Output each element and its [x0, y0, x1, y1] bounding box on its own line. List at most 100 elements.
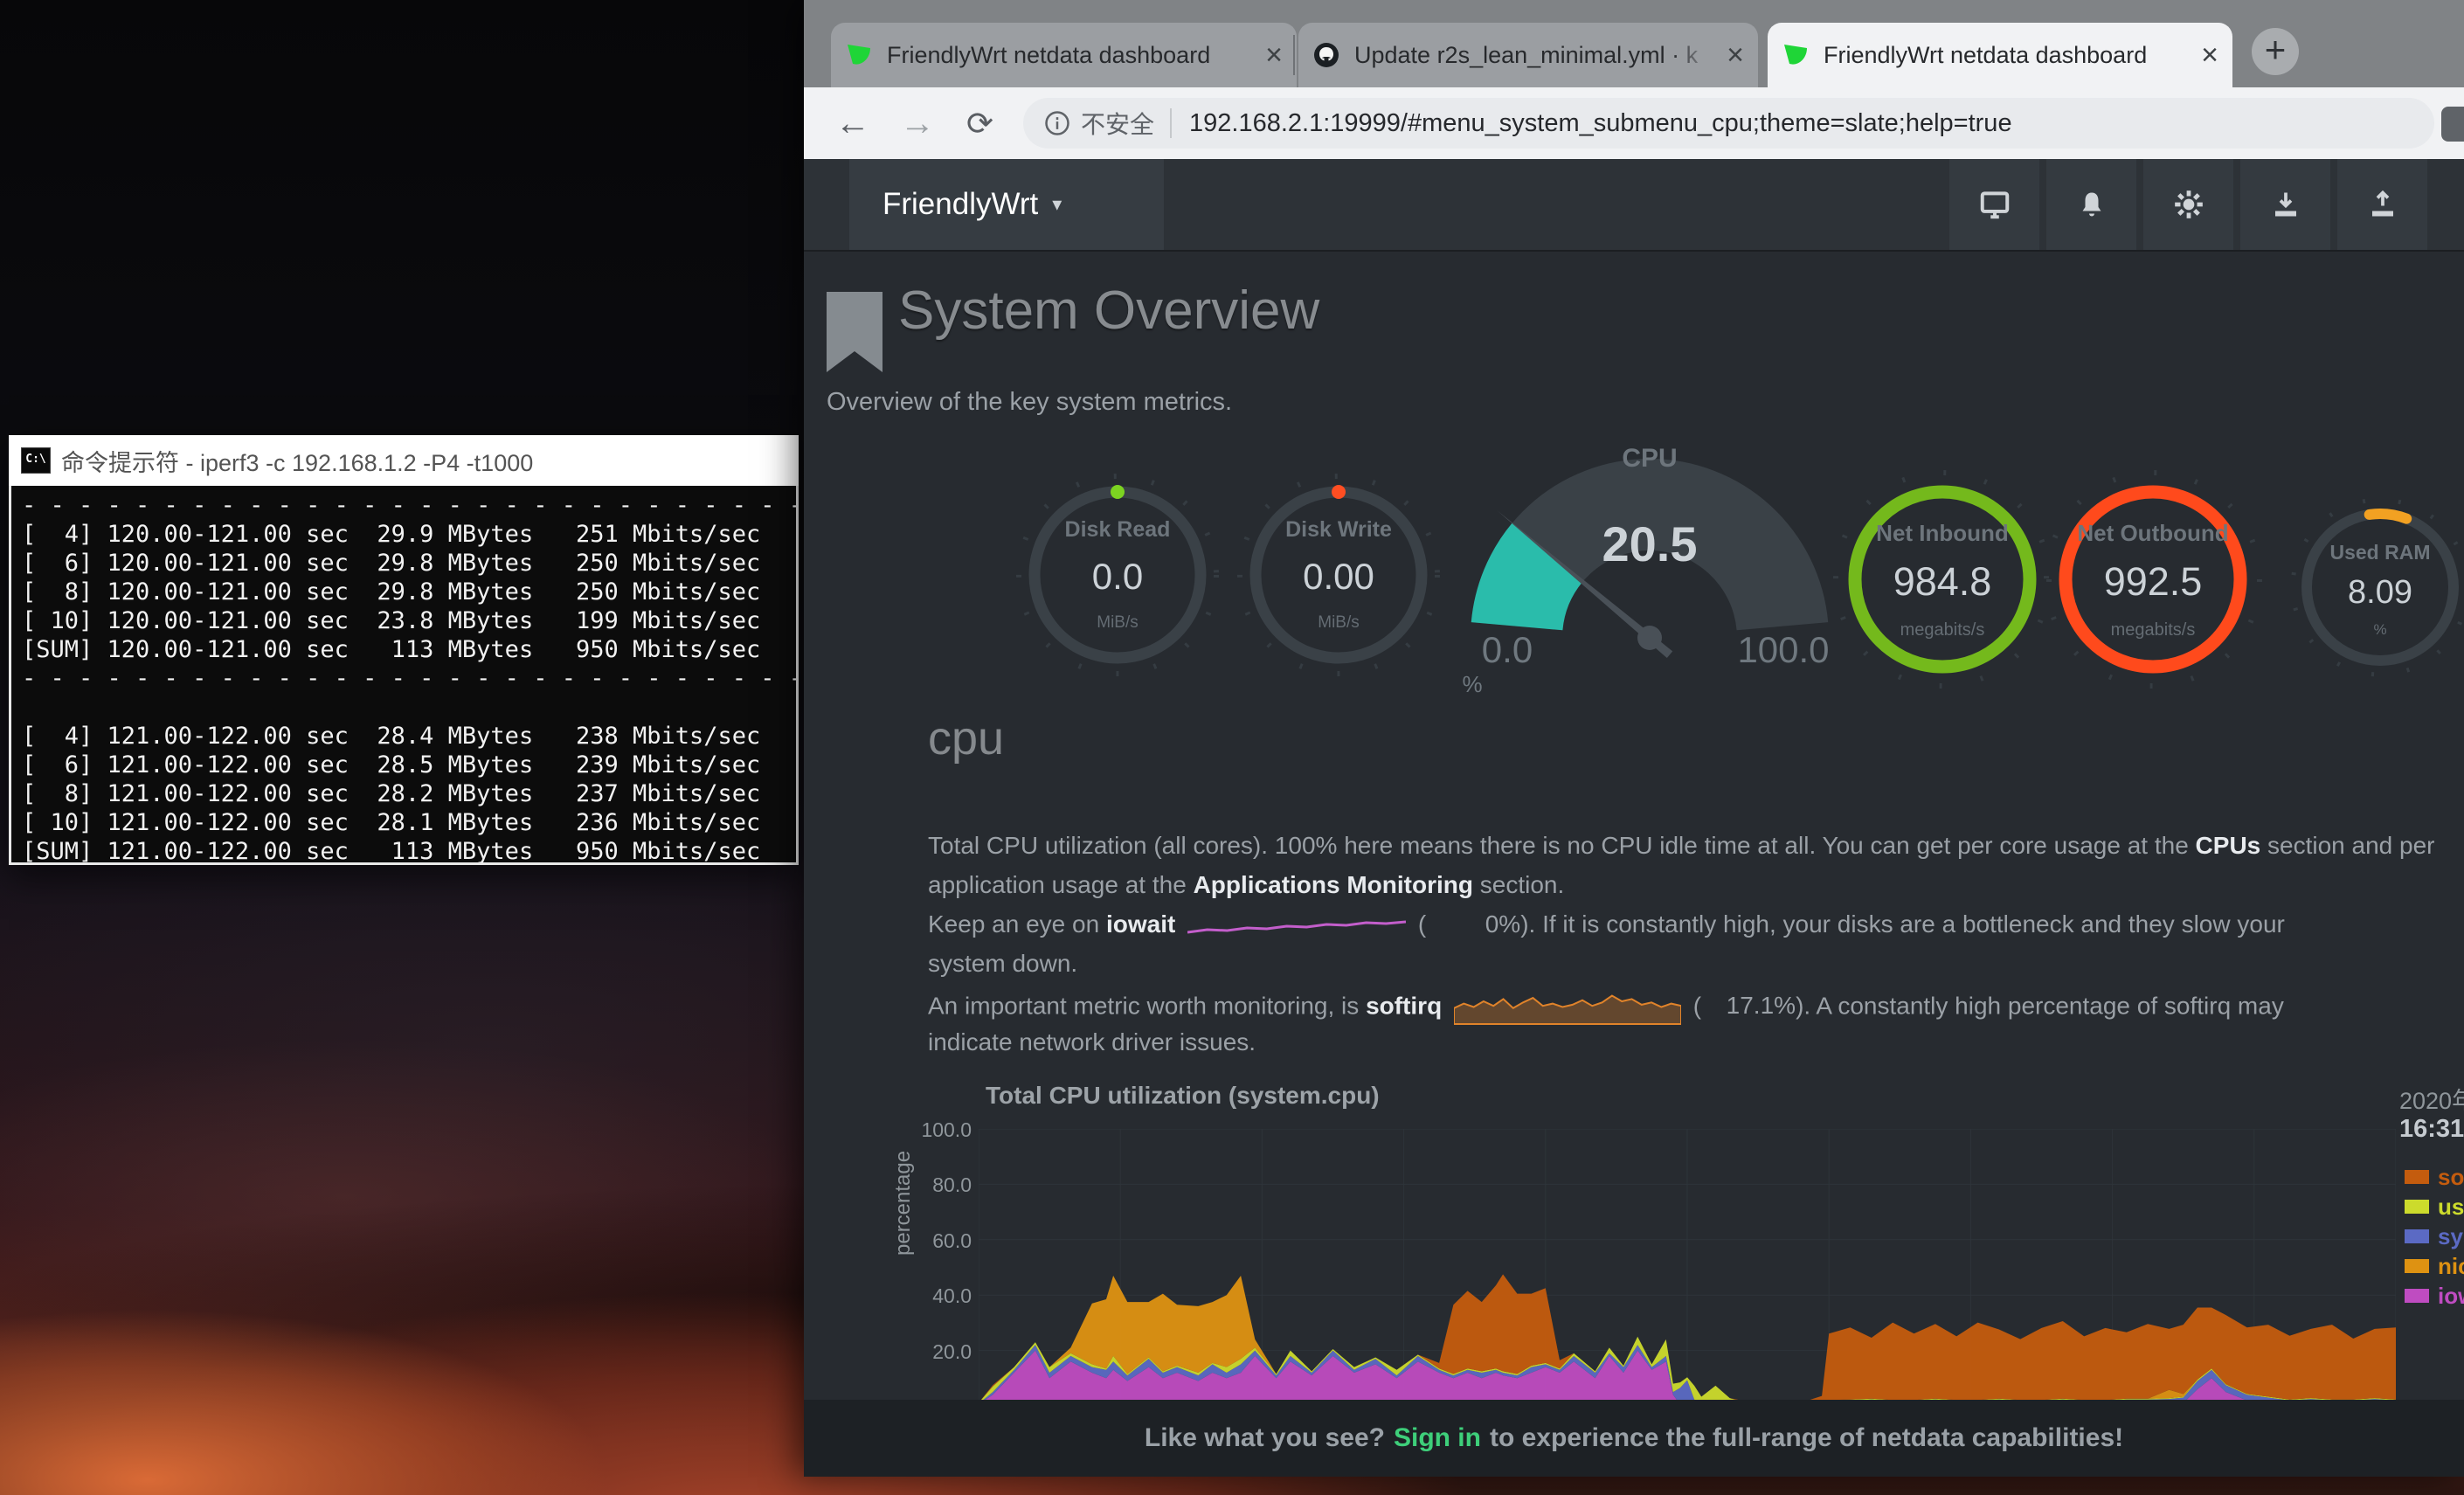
terminal-titlebar[interactable]: C:\ 命令提示符 - iperf3 -c 192.168.1.2 -P4 -t… — [9, 435, 799, 486]
terminal-line: [ 10] 120.00-121.00 sec 23.8 MBytes 199 … — [22, 606, 786, 635]
netdata-page: FriendlyWrt ▾ — [804, 159, 2464, 1400]
svg-text:992.5: 992.5 — [2104, 559, 2203, 604]
banner-prefix: Like what you see? — [1145, 1423, 1385, 1453]
terminal-line: [SUM] 121.00-122.00 sec 113 MBytes 950 M… — [22, 837, 786, 865]
section-heading-cpu: cpu — [928, 711, 1004, 765]
terminal-line: [ 6] 120.00-121.00 sec 29.8 MBytes 250 M… — [22, 549, 786, 578]
url-text[interactable]: 192.168.2.1:19999/#menu_system_submenu_c… — [1189, 109, 2012, 138]
svg-text:20.5: 20.5 — [1602, 516, 1698, 571]
svg-text:megabits/s: megabits/s — [1900, 620, 1985, 640]
gauge-net-outbound[interactable]: Net Outbound 992.5 megabits/s — [2031, 457, 2275, 702]
new-tab-button[interactable]: + — [2252, 28, 2299, 75]
y-tick-label: 40.0 — [902, 1284, 972, 1308]
alarms-button[interactable] — [2046, 159, 2136, 250]
terminal-window[interactable]: C:\ 命令提示符 - iperf3 -c 192.168.1.2 -P4 -t… — [9, 435, 799, 865]
gauge-disk-read[interactable]: Disk Read 0.0 MiB/s — [1004, 461, 1231, 689]
gauge-cpu[interactable]: CPU 20.5 0.0 100.0 % — [1444, 428, 1855, 708]
page-title: System Overview — [898, 280, 1319, 342]
tab-netdata-2-active[interactable]: FriendlyWrt netdata dashboard × — [1768, 23, 2232, 87]
iowait-value: 0% — [1426, 910, 1520, 938]
terminal-line: [ 4] 121.00-122.00 sec 28.4 MBytes 238 M… — [22, 722, 786, 751]
help-line: Total CPU utilization (all cores). 100% … — [928, 832, 2464, 871]
terminal-line: [SUM] 120.00-121.00 sec 113 MBytes 950 M… — [22, 635, 786, 664]
terminal-line: [ 4] 120.00-121.00 sec 29.9 MBytes 251 M… — [22, 520, 786, 549]
settings-button[interactable] — [2143, 159, 2233, 250]
gauge-net-inbound[interactable]: Net Inbound 984.8 megabits/s — [1820, 457, 2065, 702]
bell-icon — [2076, 189, 2108, 220]
sign-in-link[interactable]: Sign in — [1394, 1423, 1481, 1453]
nodes-view-button[interactable] — [1949, 159, 2039, 250]
legend-item-softirq[interactable]: softirq — [2405, 1162, 2464, 1192]
url-divider — [1170, 108, 1172, 138]
host-dropdown[interactable]: FriendlyWrt ▾ — [849, 159, 1164, 250]
info-icon[interactable] — [1044, 110, 1070, 136]
netdata-navbar: FriendlyWrt ▾ — [804, 159, 2464, 252]
svg-text:Used RAM: Used RAM — [2329, 541, 2430, 564]
gauge-status-dot — [1332, 485, 1346, 499]
banner-suffix: to experience the full-range of netdata … — [1490, 1423, 2123, 1453]
legend-label: user — [2438, 1194, 2464, 1221]
download-icon — [2270, 189, 2301, 220]
svg-text:984.8: 984.8 — [1893, 559, 1992, 604]
terminal-body[interactable]: - - - - - - - - - - - - - - - - - - - - … — [9, 486, 799, 865]
tab-netdata-1[interactable]: FriendlyWrt netdata dashboard × — [831, 23, 1297, 87]
monitor-icon — [1978, 188, 2011, 221]
svg-text:MiB/s: MiB/s — [1318, 613, 1360, 632]
terminal-title: 命令提示符 - iperf3 -c 192.168.1.2 -P4 -t1000 — [61, 444, 533, 478]
tab-github[interactable]: Update r2s_lean_minimal.yml · k × — [1298, 23, 1758, 87]
legend-item-system[interactable]: system — [2405, 1222, 2464, 1251]
gear-icon — [2172, 188, 2205, 221]
terminal-line — [22, 693, 786, 722]
forward-button[interactable]: → — [900, 87, 935, 159]
legend-label: iowait — [2438, 1283, 2464, 1310]
github-icon — [1312, 41, 1340, 69]
svg-text:%: % — [1462, 671, 1482, 697]
cpus-link[interactable]: CPUs — [2196, 832, 2261, 859]
cmd-icon: C:\ — [21, 447, 51, 474]
svg-text:megabits/s: megabits/s — [2111, 620, 2196, 640]
tab-close-icon[interactable]: × — [2201, 42, 2218, 68]
svg-text:0.0: 0.0 — [1482, 629, 1533, 670]
iowait-sparkline — [1187, 911, 1406, 941]
gauge-disk-write[interactable]: Disk Write 0.00 MiB/s — [1225, 461, 1452, 689]
legend-swatch — [2405, 1200, 2429, 1214]
help-line: indicate network driver issues. — [928, 1028, 2464, 1068]
terminal-line: [ 10] 121.00-122.00 sec 28.1 MBytes 236 … — [22, 808, 786, 837]
address-bar[interactable]: 不安全 192.168.2.1:19999/#menu_system_subme… — [1023, 98, 2434, 149]
chart-date-label: 2020年3 — [2399, 1082, 2464, 1116]
import-button[interactable] — [2240, 159, 2330, 250]
tab-strip: FriendlyWrt netdata dashboard × Update r… — [804, 0, 2464, 87]
netdata-icon — [845, 41, 873, 69]
tab-close-icon[interactable]: × — [1265, 42, 1283, 68]
legend-label: nice — [2438, 1253, 2464, 1280]
back-button[interactable]: ← — [835, 87, 870, 159]
help-line: application usage at the Applications Mo… — [928, 871, 2464, 910]
help-line: Keep an eye on iowait (0%). If it is con… — [928, 910, 2464, 950]
legend-item-nice[interactable]: nice — [2405, 1251, 2464, 1281]
help-line: An important metric worth monitoring, is… — [928, 989, 2464, 1028]
svg-text:0.0: 0.0 — [1092, 556, 1143, 597]
toolbar-edge-icon[interactable] — [2441, 107, 2464, 142]
y-tick-label: 60.0 — [902, 1229, 972, 1253]
softirq-sparkline — [1454, 989, 1681, 1026]
applications-monitoring-link[interactable]: Applications Monitoring — [1194, 871, 1473, 898]
tab-label: FriendlyWrt netdata dashboard — [1824, 42, 2189, 69]
tab-label: Update r2s_lean_minimal.yml · k — [1354, 42, 1714, 69]
chevron-down-icon: ▾ — [1052, 193, 1062, 216]
svg-text:%: % — [2373, 621, 2386, 638]
legend-swatch — [2405, 1229, 2429, 1243]
export-button[interactable] — [2337, 159, 2427, 250]
svg-text:Net Outbound: Net Outbound — [2077, 520, 2228, 546]
gauge-used-ram[interactable]: Used RAM 8.09 % — [2284, 491, 2464, 683]
tab-close-icon[interactable]: × — [1727, 42, 1744, 68]
cpu-utilization-chart[interactable] — [979, 1129, 2396, 1406]
bookmark-icon[interactable] — [827, 292, 882, 372]
legend-swatch — [2405, 1289, 2429, 1303]
chart-title: Total CPU utilization (system.cpu) — [986, 1082, 1380, 1110]
legend-item-iowait[interactable]: iowait — [2405, 1281, 2464, 1311]
help-line: system down. — [928, 950, 2464, 989]
tab-separator — [1293, 35, 1295, 75]
signin-banner: Like what you see? Sign in to experience… — [804, 1400, 2464, 1477]
reload-button[interactable]: ⟳ — [966, 87, 993, 159]
legend-item-user[interactable]: user — [2405, 1192, 2464, 1222]
